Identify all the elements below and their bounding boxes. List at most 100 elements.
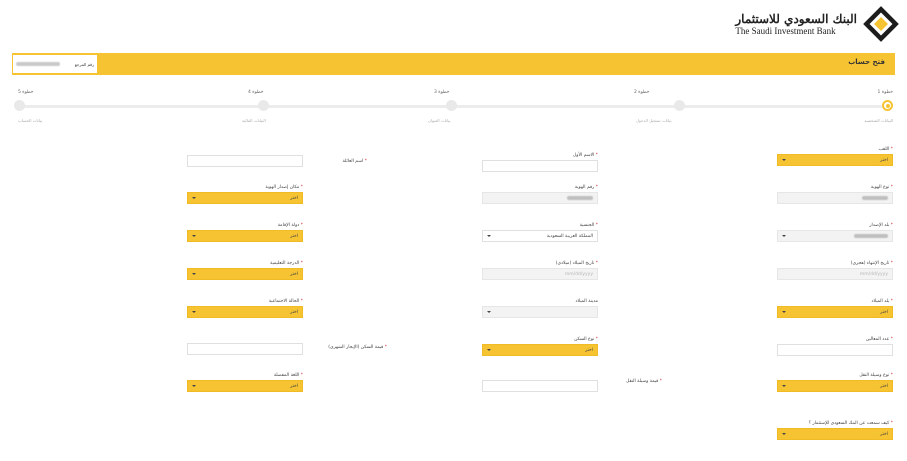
- logo-arabic-name: البنك السعودي للاستثمار: [735, 11, 857, 26]
- chevron-down-icon: [192, 273, 196, 275]
- residence-type-label: نوع السكن: [574, 337, 595, 342]
- title-value: اختر: [880, 157, 888, 163]
- rent-value-label: قيمة السكن (الإيجار الشهري): [328, 345, 384, 350]
- title-label: اللقب: [878, 147, 890, 152]
- education-field: * الدرجة التعليمية اختر: [187, 260, 303, 280]
- step-number: خطوة 5: [18, 90, 34, 95]
- issue-country-field: * بلد الإصدار: [777, 222, 893, 242]
- account-opening-page: البنك السعودي للاستثمار The Saudi Invest…: [0, 0, 907, 461]
- family-name-label: اسم العائلة: [342, 159, 364, 164]
- dependents-field: * عدد المعالين: [777, 336, 893, 356]
- transport-value-field: * قيمة وسيلة النقل: [482, 372, 662, 392]
- first-name-input[interactable]: [482, 160, 598, 172]
- transport-select[interactable]: اختر: [777, 380, 893, 392]
- bank-logo[interactable]: البنك السعودي للاستثمار The Saudi Invest…: [735, 6, 899, 42]
- birth-city-select[interactable]: [482, 306, 598, 318]
- heard-about-select[interactable]: اختر: [777, 428, 893, 440]
- chevron-down-icon: [782, 433, 786, 435]
- title-field: * اللقب اختر: [777, 146, 893, 166]
- chevron-down-icon: [192, 385, 196, 387]
- dependents-label: عدد المعالين: [865, 337, 890, 342]
- heard-about-value: اختر: [880, 431, 888, 437]
- education-select[interactable]: اختر: [187, 268, 303, 280]
- id-number-field: * رقم الهوية: [482, 184, 598, 204]
- birth-country-field: * بلد الميلاد اختر: [777, 298, 893, 318]
- birth-date-input[interactable]: mm/dd/yyyy: [482, 268, 598, 280]
- expiry-hijri-label: تاريخ الإنتهاء (هجري): [850, 261, 890, 266]
- birth-date-placeholder: mm/dd/yyyy: [564, 271, 593, 277]
- step-number: خطوة 3: [434, 90, 450, 95]
- id-number-input[interactable]: [482, 192, 598, 204]
- id-issue-place-value: اختر: [290, 195, 298, 201]
- marital-label: الحالة الاجتماعية: [268, 299, 300, 304]
- transport-label: نوع وسيلة النقل: [859, 373, 890, 378]
- step-number: خطوة 1: [877, 90, 893, 95]
- family-name-input[interactable]: [187, 155, 303, 167]
- id-issue-place-label: مكان إصدار الهوية: [265, 185, 300, 190]
- language-select[interactable]: اختر: [187, 380, 303, 392]
- expiry-hijri-input[interactable]: mm/dd/yyyy: [777, 268, 893, 280]
- language-label: اللغة المفضلة: [273, 373, 300, 378]
- birth-country-select[interactable]: اختر: [777, 306, 893, 318]
- logo-english-name: The Saudi Investment Bank: [735, 25, 836, 36]
- nationality-label: الجنسية: [579, 223, 595, 228]
- issue-country-select[interactable]: [777, 230, 893, 242]
- birth-date-field: * تاريخ الميلاد (ميلادي) mm/dd/yyyy: [482, 260, 598, 280]
- step-label: البيانات المالية: [242, 118, 266, 123]
- transport-value-input[interactable]: [482, 380, 598, 392]
- birth-country-value: اختر: [880, 309, 888, 315]
- step-number: خطوة 2: [634, 90, 650, 95]
- marital-field: * الحالة الاجتماعية اختر: [187, 298, 303, 318]
- transport-value-label: قيمة وسيلة النقل: [626, 379, 659, 384]
- residence-type-field: * نوع السكن اختر: [482, 336, 598, 356]
- language-field: * اللغة المفضلة اختر: [187, 372, 303, 392]
- marital-select[interactable]: اختر: [187, 306, 303, 318]
- residence-country-value: اختر: [290, 233, 298, 239]
- birth-date-label: تاريخ الميلاد (ميلادي): [555, 261, 595, 266]
- family-name-field: * اسم العائلة: [187, 152, 367, 167]
- step-indicator: [14, 100, 25, 111]
- progress-stepper: خطوة 1 البيانات الشخصية خطوة 2 بيانات تس…: [14, 90, 893, 130]
- transport-value: اختر: [880, 383, 888, 389]
- step-label: البيانات الشخصية: [864, 118, 893, 123]
- page-title: فتح حساب: [848, 58, 885, 66]
- first-name-label: الاسم الأول: [573, 153, 595, 158]
- birth-city-label: مدينة الميلاد: [575, 299, 599, 304]
- step-label: بيانات الحساب: [18, 118, 43, 123]
- reference-number-value: [16, 62, 60, 66]
- id-type-select[interactable]: [777, 192, 893, 204]
- residence-type-select[interactable]: اختر: [482, 344, 598, 356]
- rent-value-field: * قيمة السكن (الإيجار الشهري): [187, 336, 387, 355]
- residence-country-select[interactable]: اختر: [187, 230, 303, 242]
- title-select[interactable]: اختر: [777, 154, 893, 166]
- id-type-label: نوع الهوية: [870, 185, 890, 190]
- chevron-down-icon: [487, 235, 491, 237]
- issue-country-label: بلد الإصدار: [869, 223, 890, 228]
- chevron-down-icon: [192, 235, 196, 237]
- residence-country-field: * دولة الإقامة اختر: [187, 222, 303, 242]
- nationality-field: * الجنسية المملكة العربية السعودية: [482, 222, 598, 242]
- id-number-label: رقم الهوية: [574, 185, 595, 190]
- id-issue-place-field: * مكان إصدار الهوية اختر: [187, 184, 303, 204]
- chevron-down-icon: [782, 385, 786, 387]
- step-number: خطوة 4: [248, 90, 264, 95]
- expiry-hijri-field: * تاريخ الإنتهاء (هجري) mm/dd/yyyy: [777, 260, 893, 280]
- chevron-down-icon: [487, 349, 491, 351]
- dependents-input[interactable]: [777, 344, 893, 356]
- step-label: بيانات تسجيل الدخول: [636, 118, 672, 123]
- first-name-field: * الاسم الأول: [482, 152, 598, 172]
- logo-text: البنك السعودي للاستثمار The Saudi Invest…: [735, 12, 857, 37]
- id-issue-place-select[interactable]: اختر: [187, 192, 303, 204]
- birth-city-field: مدينة الميلاد: [482, 298, 598, 318]
- id-type-value: [862, 196, 888, 200]
- heard-about-label: كيف سمعت عن البنك السعودي للإستثمار ؟: [808, 421, 890, 426]
- step-indicator: [258, 100, 269, 111]
- issue-country-value: [854, 234, 888, 238]
- reference-number-box: رقم المرجع: [12, 54, 98, 74]
- step-label: بيانات العنوان: [428, 118, 451, 123]
- education-value: اختر: [290, 271, 298, 277]
- rent-value-input[interactable]: [187, 343, 303, 355]
- nationality-select[interactable]: المملكة العربية السعودية: [482, 230, 598, 242]
- chevron-down-icon: [782, 159, 786, 161]
- id-number-value: [567, 196, 593, 200]
